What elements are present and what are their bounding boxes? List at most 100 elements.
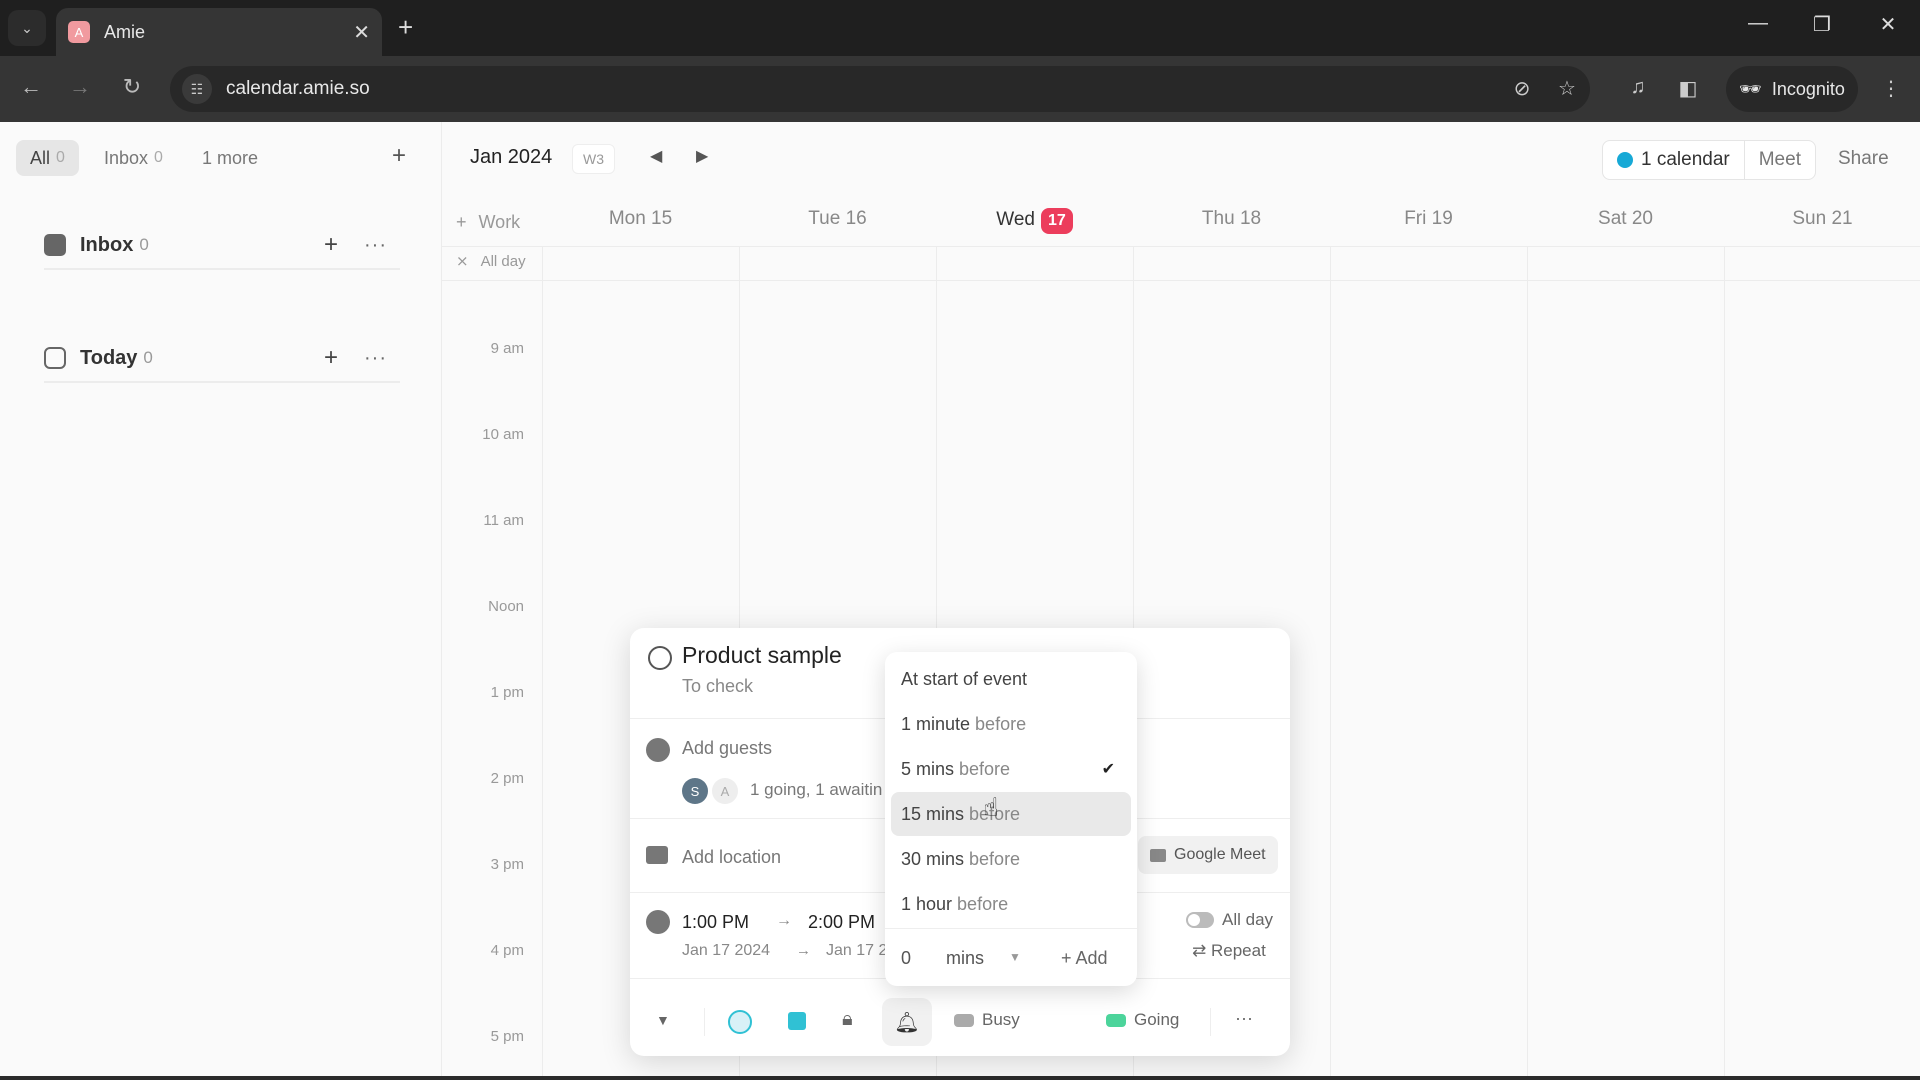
start-date[interactable]: Jan 17 2024 bbox=[682, 942, 770, 960]
inbox-icon bbox=[44, 234, 66, 256]
add-reminder-button[interactable]: + Add bbox=[1061, 948, 1108, 969]
restore-window-icon[interactable]: ❐ bbox=[1802, 12, 1842, 37]
custom-reminder-unit-select[interactable]: mins bbox=[946, 948, 984, 969]
reminder-button[interactable]: 🔔︎ bbox=[882, 998, 932, 1046]
prev-week-icon[interactable]: ◀ bbox=[650, 146, 662, 166]
video-icon bbox=[646, 846, 668, 864]
browser-tab-bar: ⌄ A Amie ✕ + — ❐ ✕ bbox=[0, 0, 1920, 56]
section-name: Inbox bbox=[80, 233, 134, 256]
sidebar-tab-inbox[interactable]: Inbox 0 bbox=[90, 140, 177, 176]
divider bbox=[704, 1008, 705, 1036]
add-location-field[interactable]: Add location bbox=[682, 847, 781, 868]
going-swatch bbox=[1106, 1013, 1126, 1027]
color-picker-icon[interactable] bbox=[728, 1010, 752, 1034]
day-header-thu[interactable]: Thu 18 bbox=[1133, 208, 1330, 230]
calendar-color-dot bbox=[1617, 152, 1633, 168]
calendars-button[interactable]: 1 calendar bbox=[1603, 141, 1745, 179]
hour-label: 9 am bbox=[490, 340, 524, 357]
end-time[interactable]: 2:00 PM bbox=[808, 912, 875, 933]
reminder-option-selected[interactable]: 5 mins before ✔ bbox=[891, 747, 1131, 791]
day-header-sun[interactable]: Sun 21 bbox=[1724, 208, 1920, 230]
busy-label: Busy bbox=[982, 1010, 1020, 1029]
day-header-tue[interactable]: Tue 16 bbox=[739, 208, 936, 230]
more-options-icon[interactable]: ··· bbox=[364, 347, 387, 370]
event-description[interactable]: To check bbox=[682, 676, 753, 697]
complete-checkbox[interactable] bbox=[648, 646, 672, 670]
grid-line bbox=[442, 246, 1920, 247]
day-header-fri[interactable]: Fri 19 bbox=[1330, 208, 1527, 230]
day-header-wed[interactable]: Wed 17 bbox=[936, 208, 1133, 234]
reminder-option[interactable]: 1 hour before bbox=[891, 882, 1131, 926]
incognito-badge[interactable]: 🕶 Incognito bbox=[1726, 66, 1858, 112]
close-window-icon[interactable]: ✕ bbox=[1868, 12, 1908, 37]
share-button[interactable]: Share bbox=[1838, 148, 1889, 170]
week-badge[interactable]: W3 bbox=[572, 144, 615, 174]
calendar-controls: 1 calendar Meet bbox=[1602, 140, 1816, 180]
more-options-icon[interactable]: ··· bbox=[364, 234, 387, 257]
address-bar[interactable]: ☷ calendar.amie.so bbox=[170, 66, 1590, 112]
calendar-icon[interactable] bbox=[788, 1012, 806, 1030]
today-badge: 17 bbox=[1040, 208, 1073, 234]
add-to-inbox-button[interactable]: + bbox=[324, 231, 338, 259]
site-settings-icon[interactable]: ☷ bbox=[182, 74, 212, 104]
browser-tab[interactable]: A Amie ✕ bbox=[56, 8, 382, 56]
arrow-right-icon: → bbox=[796, 942, 811, 959]
browser-menu-icon[interactable]: ⋮ bbox=[1876, 76, 1906, 101]
hand-cursor-icon: ☝ bbox=[983, 792, 999, 822]
hour-label: 10 am bbox=[482, 426, 524, 443]
eye-off-icon[interactable]: ⊘ bbox=[1507, 76, 1537, 101]
forward-icon[interactable]: → bbox=[65, 74, 95, 100]
video-icon bbox=[1150, 848, 1166, 862]
reminder-option[interactable]: At start of event bbox=[891, 657, 1131, 701]
option-suffix: before bbox=[957, 893, 1009, 914]
day-header-sat[interactable]: Sat 20 bbox=[1527, 208, 1724, 230]
allday-toggle[interactable]: All day bbox=[1186, 910, 1273, 930]
grid-line bbox=[542, 246, 543, 1080]
avatar[interactable]: A bbox=[712, 778, 738, 804]
meet-button[interactable]: Meet bbox=[1745, 149, 1815, 171]
start-time[interactable]: 1:00 PM bbox=[682, 912, 749, 933]
end-date[interactable]: Jan 17 2 bbox=[826, 942, 887, 960]
sidebar: All 0 Inbox 0 1 more + Inbox 0 + ··· Today… bbox=[0, 122, 442, 1080]
section-count: 0 bbox=[139, 235, 149, 254]
close-tab-icon[interactable]: ✕ bbox=[353, 20, 370, 45]
reminder-option[interactable]: 1 minute before bbox=[891, 702, 1131, 746]
reminder-option[interactable]: 30 mins before bbox=[891, 837, 1131, 881]
clock-icon bbox=[646, 910, 670, 934]
allday-row-label[interactable]: ⨯ All day bbox=[456, 252, 538, 270]
sidebar-tab-all[interactable]: All 0 bbox=[16, 140, 79, 176]
avatar[interactable]: S bbox=[682, 778, 708, 804]
add-list-button[interactable]: + bbox=[392, 142, 406, 170]
media-control-icon[interactable]: ♫ bbox=[1623, 76, 1653, 99]
sidebar-section-today[interactable]: Today 0 + ··· bbox=[44, 335, 400, 383]
tab-search-button[interactable]: ⌄ bbox=[8, 10, 46, 46]
side-panel-icon[interactable]: ◧ bbox=[1673, 76, 1703, 101]
incognito-icon: 🕶 bbox=[1739, 78, 1762, 99]
work-hours-toggle[interactable]: + Work bbox=[456, 212, 532, 233]
more-options-icon[interactable]: ··· bbox=[1235, 1008, 1253, 1029]
caret-down-icon[interactable]: ▼ bbox=[1009, 950, 1021, 964]
toggle-switch[interactable] bbox=[1186, 912, 1214, 928]
new-tab-button[interactable]: + bbox=[398, 12, 413, 43]
back-icon[interactable]: ← bbox=[16, 74, 46, 100]
option-label: 1 hour bbox=[901, 893, 953, 914]
rsvp-going-button[interactable]: Going bbox=[1106, 1010, 1179, 1030]
busy-status-button[interactable]: Busy bbox=[954, 1010, 1020, 1030]
option-label: 15 mins bbox=[901, 803, 965, 824]
google-meet-button[interactable]: Google Meet bbox=[1138, 836, 1278, 874]
event-title[interactable]: Product sample bbox=[682, 642, 842, 669]
sidebar-section-inbox[interactable]: Inbox 0 + ··· bbox=[44, 222, 400, 270]
sidebar-tab-more[interactable]: 1 more bbox=[188, 140, 272, 176]
day-header-mon[interactable]: Mon 15 bbox=[542, 208, 739, 230]
next-week-icon[interactable]: ▶ bbox=[696, 146, 708, 166]
star-icon[interactable]: ☆ bbox=[1552, 76, 1582, 101]
add-guests-field[interactable]: Add guests bbox=[682, 738, 772, 759]
custom-reminder-value-input[interactable]: 0 bbox=[901, 948, 911, 969]
lock-icon[interactable]: 🔒︎ bbox=[842, 1008, 853, 1031]
caret-down-icon[interactable]: ▼ bbox=[656, 1012, 670, 1028]
minimize-window-icon[interactable]: — bbox=[1738, 12, 1778, 35]
add-to-today-button[interactable]: + bbox=[324, 344, 338, 372]
reload-icon[interactable]: ↻ bbox=[117, 74, 147, 100]
reminder-option-hovered[interactable]: 15 mins before bbox=[891, 792, 1131, 836]
repeat-button[interactable]: ⇄ Repeat bbox=[1192, 941, 1266, 961]
